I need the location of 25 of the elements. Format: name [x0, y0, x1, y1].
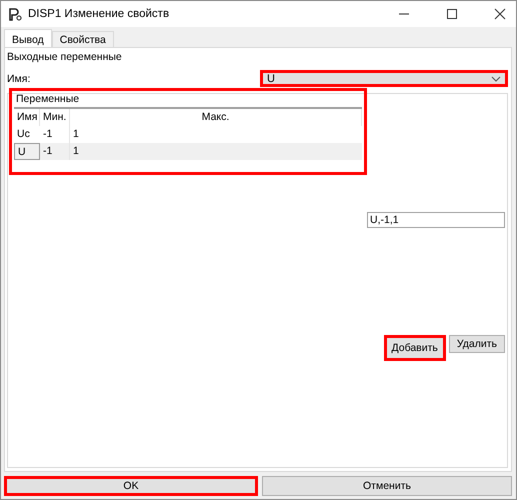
name-label: Имя: [7, 72, 30, 84]
column-header[interactable]: Макс. [70, 109, 362, 126]
dialog-button[interactable]: OK [4, 476, 258, 496]
dialog-button[interactable]: Отменить [262, 476, 512, 496]
entry-field[interactable]: U,-1,1 [367, 212, 505, 228]
app-icon [8, 7, 22, 21]
table-cell: -1 [40, 143, 70, 160]
close-icon[interactable] [494, 8, 506, 20]
group-title: Переменные [16, 93, 80, 105]
table-cell: U [14, 143, 40, 160]
table-cell-text: 1 [72, 144, 80, 159]
tab[interactable]: Вывод [4, 29, 52, 47]
section-label: Выходные переменные [7, 51, 123, 63]
name-dropdown[interactable]: U [260, 70, 508, 87]
tab[interactable]: Свойства [52, 31, 114, 47]
window-title: DISP1 Изменение свойств [28, 8, 170, 20]
table-cell-text: Uc [16, 127, 31, 142]
chevron-icon [491, 76, 501, 82]
table-cell-text: 1 [72, 127, 80, 142]
column-header[interactable]: Мин. [40, 109, 70, 126]
maximize-icon[interactable] [446, 8, 458, 20]
table-row[interactable]: U -1 1 [14, 143, 362, 160]
action-button[interactable]: Добавить [384, 335, 446, 361]
column-header[interactable]: Имя [14, 109, 40, 126]
action-button[interactable]: Удалить [448, 335, 505, 353]
